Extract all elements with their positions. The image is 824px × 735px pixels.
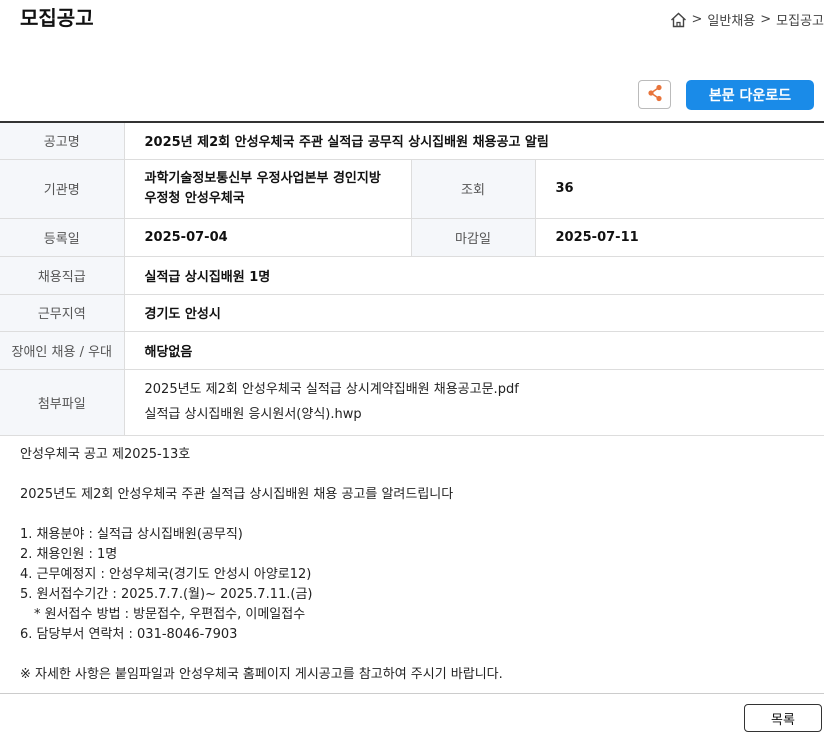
table-row: 장애인 채용 / 우대 해당없음 xyxy=(0,331,824,370)
views-label: 조회 xyxy=(410,159,536,219)
title-label: 공고명 xyxy=(0,122,125,160)
job-grade-label: 채용직급 xyxy=(0,256,125,295)
views-value: 36 xyxy=(535,159,824,219)
deadline-label: 마감일 xyxy=(410,218,536,257)
breadcrumb-separator: > xyxy=(691,12,703,27)
list-button[interactable]: 목록 xyxy=(744,704,822,732)
deadline-value: 2025-07-11 xyxy=(535,218,824,257)
breadcrumb-item-recruitment[interactable]: 모집공고 xyxy=(776,10,824,29)
share-icon xyxy=(647,84,663,106)
disabled-hiring-value: 해당없음 xyxy=(124,331,824,370)
table-row: 공고명 2025년 제2회 안성우체국 주관 실적급 공무직 상시집배원 채용공… xyxy=(0,122,824,160)
table-row: 등록일 2025-07-04 마감일 2025-07-11 xyxy=(0,218,824,257)
notice-item: 2. 채용인원 : 1명 xyxy=(20,547,118,562)
org-value-line: 우정청 안성우체국 xyxy=(144,190,245,206)
home-icon[interactable] xyxy=(670,12,687,28)
org-value-line: 과학기술정보통신부 우정사업본부 경인지방 xyxy=(144,170,381,186)
work-area-value: 경기도 안성시 xyxy=(124,294,824,332)
notice-body: 안성우체국 공고 제2025-13호 2025년도 제2회 안성우체국 주관 실… xyxy=(20,445,503,685)
notice-intro: 2025년도 제2회 안성우체국 주관 실적급 상시집배원 채용 공고를 알려드… xyxy=(20,487,454,502)
reg-date-value: 2025-07-04 xyxy=(124,218,411,257)
share-button[interactable] xyxy=(638,80,671,109)
disabled-hiring-label: 장애인 채용 / 우대 xyxy=(0,331,125,370)
attachments-label: 첨부파일 xyxy=(0,369,125,436)
notice-info-table: 공고명 2025년 제2회 안성우체국 주관 실적급 공무직 상시집배원 채용공… xyxy=(0,121,824,436)
org-value: 과학기술정보통신부 우정사업본부 경인지방 우정청 안성우체국 xyxy=(124,159,411,219)
notice-item: 4. 근무예정지 : 안성우체국(경기도 안성시 아양로12) xyxy=(20,567,312,582)
org-label: 기관명 xyxy=(0,159,125,219)
breadcrumb: > 일반채용 > 모집공고 xyxy=(670,10,824,29)
table-row: 첨부파일 2025년도 제2회 안성우체국 실적급 상시계약집배원 채용공고문.… xyxy=(0,369,824,436)
notice-item: 5. 원서접수기간 : 2025.7.7.(월)~ 2025.7.11.(금) xyxy=(20,587,313,602)
breadcrumb-item-general-hiring[interactable]: 일반채용 xyxy=(707,10,755,29)
table-row: 근무지역 경기도 안성시 xyxy=(0,294,824,332)
work-area-label: 근무지역 xyxy=(0,294,125,332)
notice-subitem: * 원서접수 방법 : 방문접수, 우편접수, 이메일접수 xyxy=(34,607,306,622)
table-row: 기관명 과학기술정보통신부 우정사업본부 경인지방 우정청 안성우체국 조회 3… xyxy=(0,159,824,219)
page-title: 모집공고 xyxy=(20,6,94,30)
attachment-link[interactable]: 실적급 상시집배원 응시원서(양식).hwp xyxy=(145,402,824,427)
notice-number: 안성우체국 공고 제2025-13호 xyxy=(20,447,191,462)
breadcrumb-separator: > xyxy=(760,12,772,27)
table-row: 채용직급 실적급 상시집배원 1명 xyxy=(0,256,824,295)
reg-date-label: 등록일 xyxy=(0,218,125,257)
notice-item: 6. 담당부서 연락처 : 031-8046-7903 xyxy=(20,627,238,642)
notice-note: ※ 자세한 사항은 붙임파일과 안성우체국 홈페이지 게시공고를 참고하여 주시… xyxy=(20,667,503,682)
attachments-value: 2025년도 제2회 안성우체국 실적급 상시계약집배원 채용공고문.pdf 실… xyxy=(124,369,824,436)
title-value: 2025년 제2회 안성우체국 주관 실적급 공무직 상시집배원 채용공고 알림 xyxy=(124,122,824,160)
divider xyxy=(0,693,824,694)
attachment-link[interactable]: 2025년도 제2회 안성우체국 실적급 상시계약집배원 채용공고문.pdf xyxy=(145,377,824,402)
notice-item: 1. 채용분야 : 실적급 상시집배원(공무직) xyxy=(20,527,243,542)
job-grade-value: 실적급 상시집배원 1명 xyxy=(124,256,824,295)
download-body-button[interactable]: 본문 다운로드 xyxy=(686,80,814,110)
